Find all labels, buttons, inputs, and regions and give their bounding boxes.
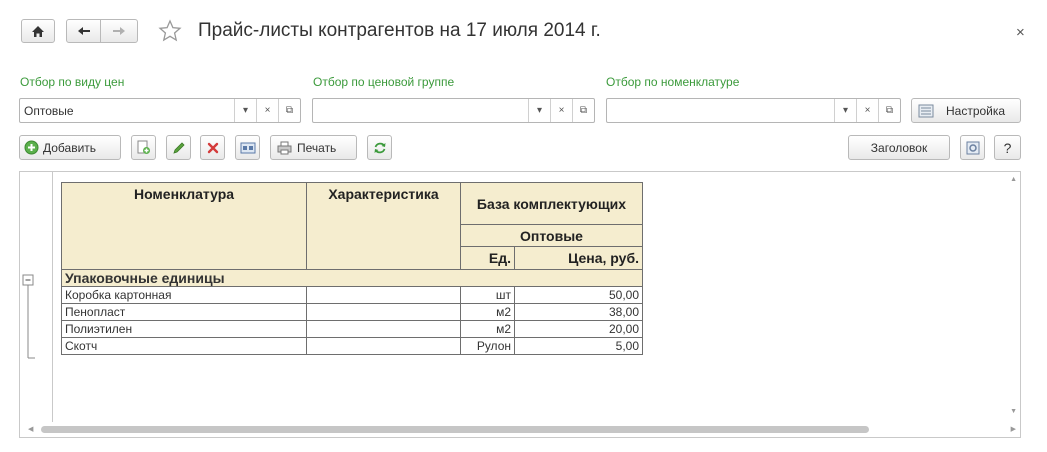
print-button[interactable]: Печать	[270, 135, 357, 160]
group-row: Упаковочные единицы	[61, 269, 643, 287]
edit-button[interactable]	[166, 135, 191, 160]
home-button[interactable]	[21, 19, 55, 43]
table-row[interactable]: Скотч Рулон 5,00	[61, 337, 643, 355]
header-button-label: Заголовок	[870, 140, 928, 155]
row-name: Полиэтилен	[61, 320, 307, 338]
clear-icon[interactable]: ×	[856, 99, 878, 122]
clear-icon[interactable]: ×	[550, 99, 572, 122]
pencil-icon	[172, 141, 185, 154]
print-button-label: Печать	[297, 140, 337, 155]
horizontal-scrollbar[interactable]	[41, 426, 869, 433]
arrow-right-icon	[113, 27, 125, 35]
filter-price-group-label: Отбор по ценовой группе	[313, 75, 455, 89]
row-characteristic	[306, 320, 461, 338]
open-icon[interactable]: ⧉	[572, 99, 594, 122]
scroll-right-icon[interactable]: ▶	[1011, 425, 1016, 433]
back-button[interactable]	[66, 19, 101, 43]
row-price: 38,00	[514, 303, 643, 321]
row-price: 50,00	[514, 286, 643, 304]
dropdown-icon[interactable]: ▾	[234, 99, 256, 122]
help-button[interactable]: ?	[994, 135, 1021, 160]
refresh-button[interactable]	[367, 135, 392, 160]
gear-icon	[966, 141, 979, 154]
gutter-divider	[52, 172, 53, 422]
arrow-left-icon	[77, 27, 90, 35]
home-icon	[32, 25, 44, 37]
row-unit: шт	[460, 286, 515, 304]
settings-button[interactable]: Настройка	[911, 98, 1021, 123]
close-icon[interactable]: ×	[1016, 24, 1025, 41]
col-header-characteristic: Характеристика	[306, 182, 461, 270]
row-price: 5,00	[514, 337, 643, 355]
settings-icon	[918, 104, 934, 117]
delete-button[interactable]	[200, 135, 225, 160]
price-list-table: Номенклатура Характеристика База комплек…	[61, 182, 643, 355]
row-name: Коробка картонная	[61, 286, 307, 304]
forward-button[interactable]	[100, 19, 138, 43]
row-unit: Рулон	[460, 337, 515, 355]
form-icon	[240, 142, 255, 153]
options-button[interactable]	[960, 135, 985, 160]
filter-price-group-field[interactable]: ▾ × ⧉	[312, 98, 595, 123]
report-settings-button[interactable]	[235, 135, 260, 160]
favorite-star-icon[interactable]	[158, 19, 182, 43]
filter-price-type-value[interactable]: Оптовые	[20, 104, 234, 118]
col-header-base: База комплектующих	[460, 182, 643, 225]
scroll-down-icon[interactable]: ▼	[1010, 408, 1017, 415]
copy-button[interactable]	[131, 135, 156, 160]
add-icon	[24, 140, 39, 155]
printer-icon	[277, 141, 292, 154]
table-row[interactable]: Пенопласт м2 38,00	[61, 303, 643, 321]
open-icon[interactable]: ⧉	[278, 99, 300, 122]
row-characteristic	[306, 337, 461, 355]
row-price: 20,00	[514, 320, 643, 338]
row-characteristic	[306, 286, 461, 304]
scroll-left-icon[interactable]: ◀	[28, 425, 33, 433]
filter-nomenclature-label: Отбор по номенклатуре	[606, 75, 740, 89]
header-button[interactable]: Заголовок	[848, 135, 950, 160]
add-button[interactable]: Добавить	[19, 135, 121, 160]
page-title: Прайс-листы контрагентов на 17 июля 2014…	[198, 20, 601, 41]
report-area[interactable]: Номенклатура Характеристика База комплек…	[19, 171, 1021, 438]
col-header-price-type: Оптовые	[460, 224, 643, 247]
help-icon: ?	[1003, 139, 1012, 156]
col-header-unit: Ед.	[460, 246, 515, 270]
col-header-price: Цена, руб.	[514, 246, 643, 270]
filter-price-type-field[interactable]: Оптовые ▾ × ⧉	[19, 98, 301, 123]
group-label: Упаковочные единицы	[61, 269, 643, 287]
filter-price-type-label: Отбор по виду цен	[20, 75, 125, 89]
row-unit: м2	[460, 320, 515, 338]
clear-icon[interactable]: ×	[256, 99, 278, 122]
col-header-nomenclature: Номенклатура	[61, 182, 307, 270]
copy-icon	[137, 140, 150, 154]
group-collapse-icon[interactable]	[21, 274, 35, 362]
filter-nomenclature-field[interactable]: ▾ × ⧉	[606, 98, 901, 123]
dropdown-icon[interactable]: ▾	[834, 99, 856, 122]
table-row[interactable]: Полиэтилен м2 20,00	[61, 320, 643, 338]
refresh-icon	[374, 142, 385, 153]
open-icon[interactable]: ⧉	[878, 99, 900, 122]
row-name: Пенопласт	[61, 303, 307, 321]
row-characteristic	[306, 303, 461, 321]
table-row[interactable]: Коробка картонная шт 50,00	[61, 286, 643, 304]
add-button-label: Добавить	[43, 140, 97, 155]
delete-icon	[207, 142, 218, 153]
row-unit: м2	[460, 303, 515, 321]
dropdown-icon[interactable]: ▾	[528, 99, 550, 122]
scroll-up-icon[interactable]: ▲	[1010, 176, 1017, 183]
settings-button-label: Настройка	[946, 103, 1006, 118]
row-name: Скотч	[61, 337, 307, 355]
